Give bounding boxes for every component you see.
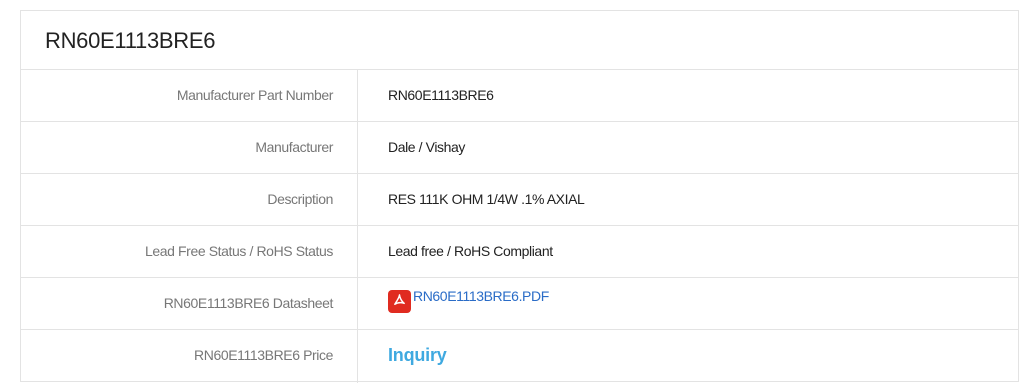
row-label: Description — [21, 174, 358, 225]
datasheet-link[interactable]: RN60E1113BRE6.PDF — [413, 288, 549, 304]
row-label: RN60E1113BRE6 Price — [21, 330, 358, 383]
table-row: Manufacturer Dale / Vishay — [21, 122, 1018, 174]
table-row: Lead Free Status / RoHS Status Lead free… — [21, 226, 1018, 278]
product-spec-table: RN60E1113BRE6 Manufacturer Part Number R… — [20, 10, 1019, 383]
row-value: Dale / Vishay — [388, 139, 466, 155]
row-label: Lead Free Status / RoHS Status — [21, 226, 358, 277]
row-value: Lead free / RoHS Compliant — [388, 243, 553, 259]
row-label: Manufacturer Part Number — [21, 70, 358, 121]
row-value: RES 111K OHM 1/4W .1% AXIAL — [388, 191, 585, 207]
table-row: Description RES 111K OHM 1/4W .1% AXIAL — [21, 174, 1018, 226]
part-title: RN60E1113BRE6 — [21, 11, 1018, 70]
inquiry-link[interactable]: Inquiry — [388, 345, 447, 365]
table-row: RN60E1113BRE6 Datasheet RN60E1113BRE6.PD… — [21, 278, 1018, 330]
row-value: RN60E1113BRE6.PDF — [358, 278, 1018, 329]
row-value: RN60E1113BRE6 — [388, 87, 494, 103]
table-row: RN60E1113BRE6 Price Inquiry — [21, 330, 1018, 383]
table-row: Manufacturer Part Number RN60E1113BRE6 — [21, 70, 1018, 122]
row-label: RN60E1113BRE6 Datasheet — [21, 278, 358, 329]
row-label: Manufacturer — [21, 122, 358, 173]
pdf-icon[interactable] — [388, 289, 411, 313]
row-value: Inquiry — [358, 330, 1018, 383]
